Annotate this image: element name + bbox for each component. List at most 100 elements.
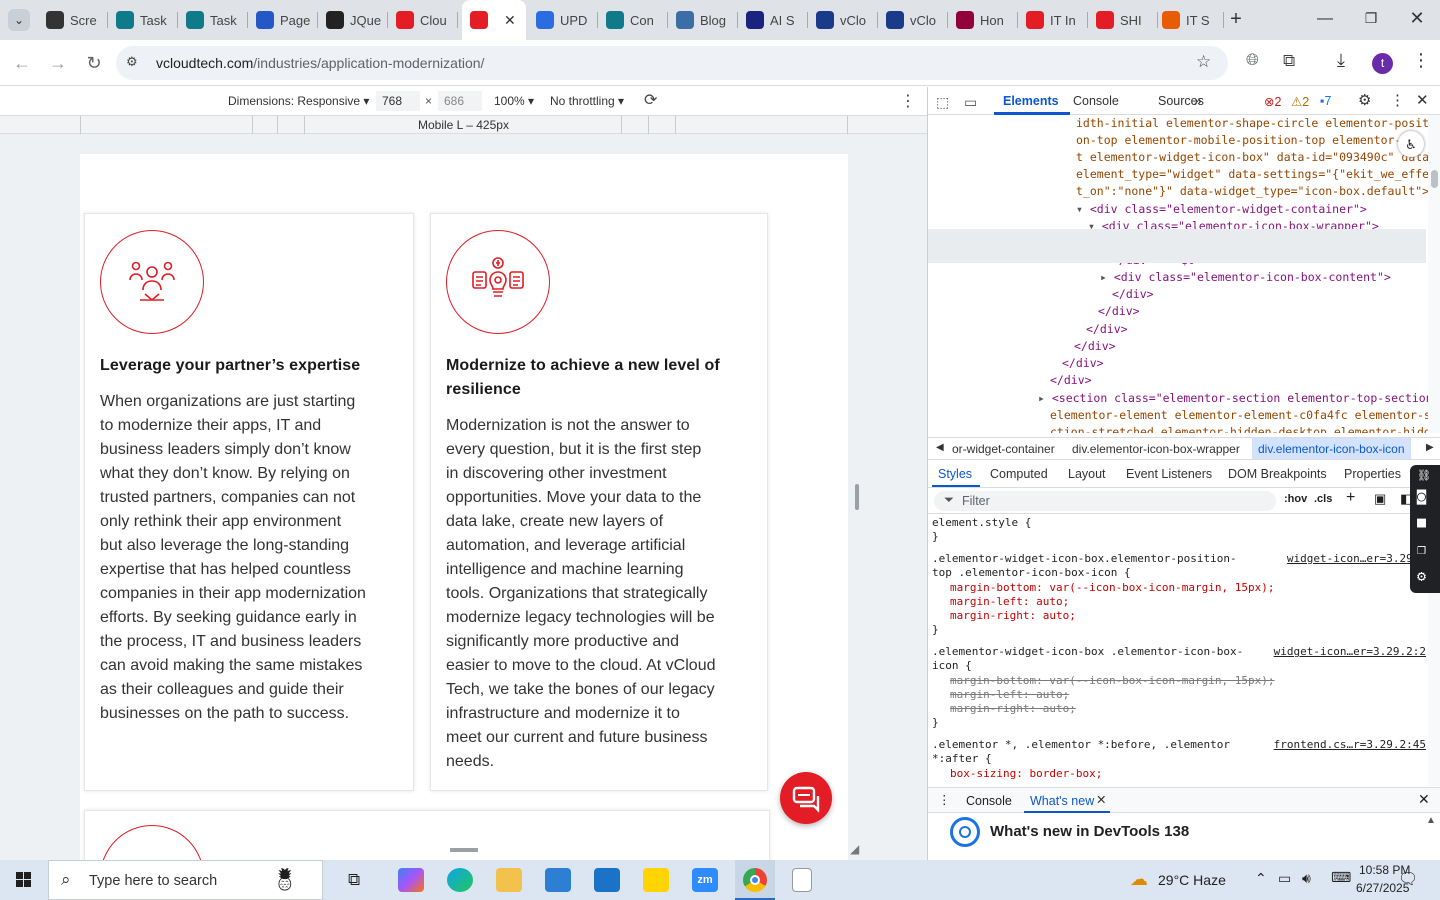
video-icon[interactable]: ■ <box>1417 513 1426 531</box>
new-tab-button[interactable]: + <box>1224 8 1248 32</box>
taskbar-search[interactable]: ⌕ Type here to search 🍍︎ <box>48 860 323 900</box>
download-icon[interactable]: ⤓ <box>1337 50 1345 71</box>
site-info-icon[interactable]: ⚙ <box>126 54 138 70</box>
drawer-tab-whats-new[interactable]: What's new <box>1030 794 1094 808</box>
browser-tab-active[interactable]: ✕ <box>462 0 526 40</box>
breadcrumb-scroll-left-icon[interactable]: ◀ <box>936 442 944 453</box>
edge-icon[interactable] <box>447 868 473 892</box>
accessibility-icon[interactable]: ♿︎ <box>1398 131 1424 157</box>
css-selector-line[interactable]: element.style { <box>932 516 1031 530</box>
css-declaration[interactable]: margin-left: auto; <box>950 595 1069 609</box>
volume-icon[interactable]: 🔊︎ <box>1302 870 1311 887</box>
filter-input[interactable]: ⏷ Filter <box>934 491 1276 511</box>
css-selector-line[interactable]: } <box>932 716 939 730</box>
dom-node-line[interactable]: ▾ <div class="elementor-widget-container… <box>1076 201 1367 218</box>
width-input[interactable]: 768 <box>376 91 420 111</box>
expand-toggle-icon[interactable]: ▸ <box>1038 391 1052 405</box>
sticky-notes-icon[interactable] <box>643 868 669 892</box>
cls-toggle[interactable]: .cls <box>1314 493 1332 505</box>
browser-tab[interactable]: Task <box>178 0 248 40</box>
weather-text[interactable]: 29°C Haze <box>1158 872 1226 888</box>
scroll-up-icon[interactable]: ▲ <box>1426 815 1436 826</box>
dom-node-line[interactable]: </div> <box>1098 303 1140 320</box>
dom-node-line[interactable]: </div> <box>1062 355 1104 372</box>
dom-node-line[interactable]: ▸ <section class="elementor-section elem… <box>1038 390 1428 407</box>
dom-node-line[interactable]: element_type="widget" data-settings="{"e… <box>1076 166 1428 183</box>
back-button[interactable]: ← <box>11 52 33 74</box>
file-explorer-icon[interactable] <box>496 868 522 892</box>
inspect-element-icon[interactable]: ⬚ <box>936 94 949 111</box>
close-tab-icon[interactable]: ✕ <box>504 12 516 29</box>
close-devtools-icon[interactable]: ✕ <box>1416 91 1429 109</box>
css-selector-line[interactable]: } <box>932 530 939 544</box>
styles-subtab[interactable]: Layout <box>1068 467 1106 481</box>
css-selector-line[interactable]: .elementor-widget-icon-box.elementor-pos… <box>932 552 1237 566</box>
chrome-taskbar-button[interactable] <box>735 860 775 900</box>
viewport-resize-corner[interactable]: ◢ <box>850 842 859 856</box>
style-source-link[interactable]: widget-icon…er=3.29.2 <box>1287 552 1426 566</box>
css-declaration[interactable]: margin-bottom: var(--icon-box-icon-margi… <box>950 581 1275 595</box>
styles-pane[interactable]: element.style {} .elementor-widget-icon-b… <box>928 514 1428 784</box>
task-view-icon[interactable]: ⧉ <box>348 870 360 890</box>
browser-tab[interactable]: SHI <box>1088 0 1158 40</box>
tray-chevron-icon[interactable]: ⌃ <box>1255 870 1267 887</box>
tab-search-button[interactable]: ⌄ <box>8 9 30 31</box>
minimize-button[interactable]: — <box>1314 10 1336 30</box>
browser-tab[interactable]: Hon <box>948 0 1018 40</box>
dom-node-line[interactable]: </div> <box>1074 338 1116 355</box>
hov-toggle[interactable]: :hov <box>1284 493 1307 505</box>
dom-node-line[interactable]: ▸ <div class="elementor-icon-box-content… <box>1100 269 1391 286</box>
style-source-link[interactable]: widget-icon…er=3.29.2:2 <box>1274 645 1426 659</box>
browser-tab[interactable]: Clou <box>388 0 458 40</box>
chat-button[interactable] <box>780 772 832 824</box>
styles-subtab[interactable]: Properties <box>1344 467 1401 481</box>
warning-count[interactable]: ⚠2 <box>1291 94 1309 109</box>
notifications-icon[interactable]: 🗨︎ <box>1398 869 1418 889</box>
copilot-icon[interactable] <box>398 868 424 892</box>
style-source-link[interactable]: frontend.cs…r=3.29.2:45 <box>1274 738 1426 752</box>
dom-node-line[interactable]: ction-stretched elementor-hidden-desktop… <box>1050 424 1428 433</box>
breadcrumb-scroll-right-icon[interactable]: ▶ <box>1426 442 1434 453</box>
microsoft-store-icon[interactable] <box>545 868 571 892</box>
rotate-icon[interactable]: ⟳ <box>644 90 657 110</box>
close-window-button[interactable]: ✕ <box>1406 8 1428 30</box>
breadcrumb-item[interactable]: div.elementor-icon-box-wrapper <box>1072 442 1240 456</box>
zoom-app-icon[interactable]: zm <box>692 868 718 892</box>
browser-tab[interactable]: JQue <box>318 0 388 40</box>
css-selector-line[interactable]: .elementor-widget-icon-box .elementor-ic… <box>932 645 1243 659</box>
notepad-icon[interactable] <box>792 868 812 892</box>
devtools-menu-icon[interactable]: ⋮ <box>1390 91 1405 109</box>
close-whats-new-icon[interactable]: ✕ <box>1096 792 1106 807</box>
browser-tab[interactable]: Task <box>108 0 178 40</box>
browser-menu-icon[interactable]: ⋮ <box>1412 50 1430 71</box>
extensions-icon[interactable]: ⧉ <box>1283 51 1295 71</box>
styles-subtab[interactable]: Styles <box>938 467 972 481</box>
height-input[interactable]: 686 <box>438 91 482 111</box>
drawer-tab-console[interactable]: Console <box>966 794 1012 808</box>
viewport-resize-handle-bottom[interactable] <box>450 848 478 852</box>
avatar[interactable]: t <box>1372 53 1393 74</box>
reload-button[interactable]: ↻ <box>83 52 105 74</box>
dom-node-line[interactable]: t_on":"none"}" data-widget_type="icon-bo… <box>1076 183 1428 200</box>
more-tabs-icon[interactable]: » <box>1194 92 1202 108</box>
styles-subtab[interactable]: DOM Breakpoints <box>1228 467 1327 481</box>
dom-node-line[interactable]: </div> <box>1112 286 1154 303</box>
dom-node-line[interactable]: t elementor-widget-icon-box" data-id="09… <box>1076 149 1428 166</box>
maximize-button[interactable]: ❐ <box>1360 10 1382 30</box>
translate-icon[interactable]: 🌐︎ <box>1246 52 1259 70</box>
dom-scrollbar[interactable] <box>1428 115 1440 433</box>
camera-icon[interactable]: ◙ <box>1417 487 1426 505</box>
css-selector-line[interactable]: top .elementor-icon-box-icon { <box>932 566 1131 580</box>
expand-toggle-icon[interactable]: ▸ <box>1100 270 1114 284</box>
error-count[interactable]: ⊗2 <box>1264 94 1281 109</box>
css-declaration[interactable]: margin-right: auto; <box>950 702 1076 716</box>
close-drawer-icon[interactable]: ✕ <box>1418 791 1430 808</box>
css-selector-line[interactable]: } <box>932 623 939 637</box>
forward-button[interactable]: → <box>47 52 69 74</box>
browser-tab[interactable]: IT S <box>1154 0 1224 40</box>
network-icon[interactable]: ▭ <box>1278 870 1291 887</box>
browser-tab[interactable]: Page <box>248 0 318 40</box>
zoom-select[interactable]: 100% ▾ <box>494 94 534 108</box>
dom-node-line[interactable]: on-top elementor-mobile-position-top ele… <box>1076 132 1408 149</box>
address-bar[interactable]: ⚙ vcloudtech.com/industries/application-… <box>116 46 1228 80</box>
